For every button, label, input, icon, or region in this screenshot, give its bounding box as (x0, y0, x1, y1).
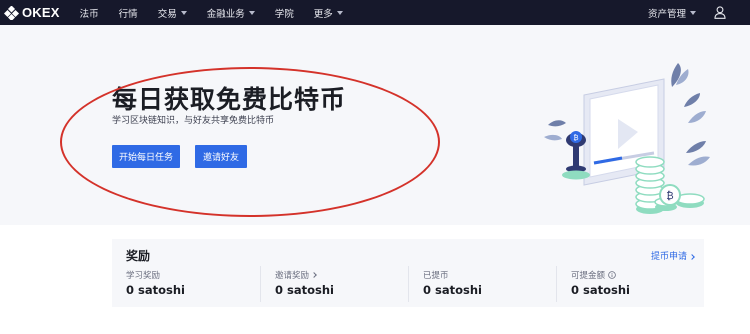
okex-logo-icon (4, 5, 20, 20)
user-icon[interactable] (714, 6, 726, 19)
okex-logo[interactable]: OKEX (4, 5, 60, 20)
svg-text:₿: ₿ (573, 134, 578, 142)
stat-label: 已提币 (423, 271, 449, 281)
nav-item-fiat[interactable]: 法币 (80, 6, 99, 20)
chevron-down-icon (690, 10, 696, 15)
logo-text: OKEX (22, 5, 60, 20)
withdraw-request-link[interactable]: 提币申请 (650, 249, 695, 262)
nav-item-label: 金融业务 (206, 8, 245, 20)
stat-value: 0 satoshi (571, 283, 630, 297)
bitcoin-video-illustration: ₿ ₿ (544, 63, 710, 214)
hero-section: 每日获取免费比特币 学习区块链知识，与好友共享免费比特币 开始每日任务 邀请好友… (0, 25, 750, 225)
nav-item-academy[interactable]: 学院 (275, 6, 294, 20)
stat-value: 0 satoshi (126, 283, 185, 297)
stat-value: 0 satoshi (423, 283, 482, 297)
rewards-panel: 奖励 提币申请 学习奖励 0 satoshi 邀请奖励 0 satoshi 已提… (112, 239, 704, 307)
nav-right: 资产管理 (648, 0, 726, 25)
annotation-ellipse (60, 67, 440, 217)
chevron-right-icon (689, 254, 695, 260)
stat-learning-reward: 学习奖励 0 satoshi (112, 266, 260, 302)
withdraw-request-label: 提币申请 (650, 252, 687, 262)
info-icon[interactable] (608, 271, 616, 279)
chevron-down-icon (180, 10, 187, 15)
nav-item-trade[interactable]: 交易 (158, 6, 187, 20)
nav-item-finance[interactable]: 金融业务 (207, 6, 255, 20)
nav-item-markets[interactable]: 行情 (119, 6, 138, 20)
rewards-title: 奖励 (126, 249, 151, 263)
chevron-down-icon (336, 10, 343, 15)
nav-item-label: 法币 (79, 8, 99, 20)
asset-management-label: 资产管理 (647, 8, 686, 20)
stat-label: 邀请奖励 (275, 271, 310, 281)
nav-item-label: 交易 (157, 8, 177, 20)
nav-item-more[interactable]: 更多 (314, 6, 343, 20)
nav-item-label: 学院 (274, 8, 294, 20)
svg-text:₿: ₿ (666, 190, 673, 202)
chevron-down-icon (248, 10, 255, 15)
stat-invite-reward[interactable]: 邀请奖励 0 satoshi (260, 266, 408, 302)
stat-label: 可提金额 (571, 271, 606, 281)
stat-label: 学习奖励 (126, 271, 161, 281)
stat-withdrawable: 可提金额 0 satoshi (556, 266, 704, 302)
chevron-right-icon (311, 272, 317, 278)
top-navigation: OKEX 法币 行情 交易 金融业务 学院 更多 资产管理 (0, 0, 750, 25)
nav-item-label: 更多 (313, 8, 333, 20)
asset-management-menu[interactable]: 资产管理 (648, 6, 696, 20)
stat-value: 0 satoshi (275, 283, 334, 297)
nav-item-label: 行情 (118, 8, 138, 20)
stat-withdrawn: 已提币 0 satoshi (408, 266, 556, 302)
